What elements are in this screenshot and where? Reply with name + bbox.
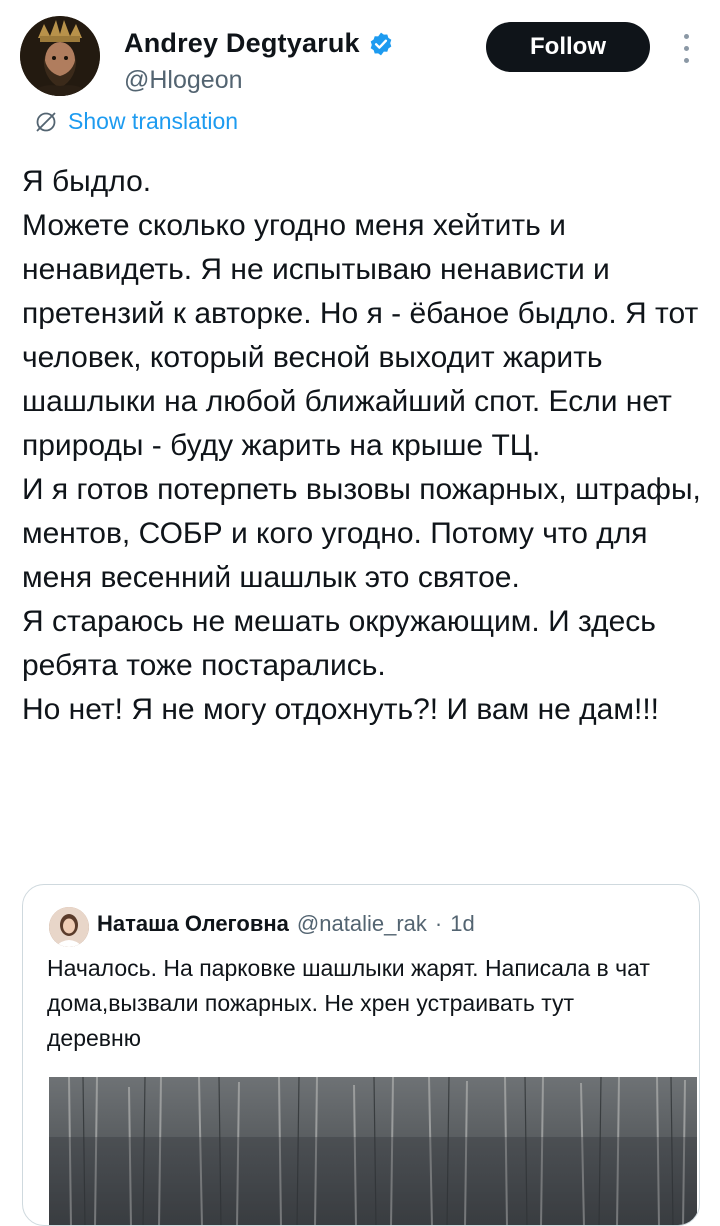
tweet-text: Я быдло. Можете сколько угодно меня хейт… xyxy=(22,165,701,726)
author-display-name[interactable]: Andrey Degtyaruk xyxy=(124,28,360,59)
quoted-media-image[interactable] xyxy=(49,1077,697,1225)
more-options-icon[interactable] xyxy=(676,30,696,66)
globe-slash-icon xyxy=(36,111,56,132)
author-avatar[interactable] xyxy=(20,16,100,96)
quoted-tweet-card[interactable]: Наташа Олеговна @natalie_rak · 1d Начало… xyxy=(22,884,700,1226)
quoted-timestamp[interactable]: 1d xyxy=(450,911,474,937)
quoted-display-name[interactable]: Наташа Олеговна xyxy=(97,911,289,937)
author-name-row: Andrey Degtyaruk xyxy=(124,28,394,59)
verified-badge-icon xyxy=(370,32,392,55)
quoted-author-avatar[interactable] xyxy=(49,907,89,947)
show-translation-link[interactable]: Show translation xyxy=(34,108,238,135)
quoted-separator: · xyxy=(434,911,443,936)
quoted-tweet-text: Началось. На парковке шашлыки жарят. Нап… xyxy=(47,955,657,1051)
author-handle[interactable]: @Hlogeon xyxy=(124,66,243,95)
follow-button[interactable]: Follow xyxy=(486,22,650,72)
quoted-handle[interactable]: @natalie_rak xyxy=(297,911,427,937)
quoted-tweet-header: Наташа Олеговна @natalie_rak · 1d xyxy=(97,911,475,937)
tweet-header: Andrey Degtyaruk @Hlogeon Follow xyxy=(20,16,696,100)
show-translation-label[interactable]: Show translation xyxy=(68,108,238,135)
